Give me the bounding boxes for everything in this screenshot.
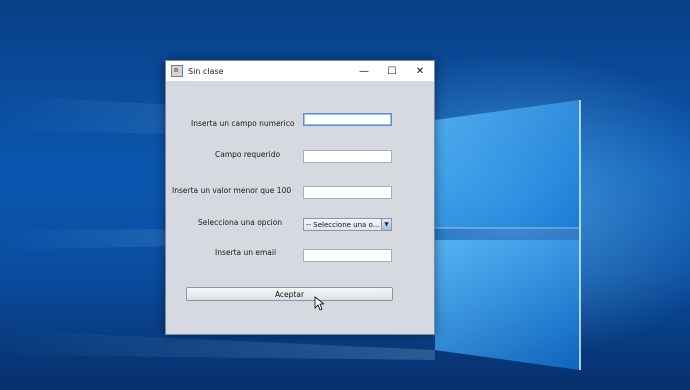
chevron-down-icon[interactable]: ▼ xyxy=(381,219,391,230)
close-button[interactable]: ✕ xyxy=(406,61,434,81)
desktop-background: Sin clase — ☐ ✕ Inserta un campo numeric… xyxy=(0,0,690,390)
window-title: Sin clase xyxy=(188,66,224,76)
java-coffee-icon xyxy=(171,65,183,77)
numeric-field-input[interactable] xyxy=(303,113,392,126)
minimize-button[interactable]: — xyxy=(350,61,378,81)
less-than-100-label: Inserta un valor menor que 100 xyxy=(172,186,292,195)
title-bar[interactable]: Sin clase — ☐ ✕ xyxy=(166,61,434,81)
required-field-label: Campo requerido xyxy=(215,150,281,159)
less-than-100-input[interactable] xyxy=(303,186,392,199)
required-field-input[interactable] xyxy=(303,150,392,163)
option-select[interactable]: -- Seleccione una o... ▼ xyxy=(303,218,392,231)
option-select-value: -- Seleccione una o... xyxy=(306,220,380,229)
email-field-input[interactable] xyxy=(303,249,392,262)
app-window: Sin clase — ☐ ✕ Inserta un campo numeric… xyxy=(165,60,435,335)
numeric-field-label: Inserta un campo numerico xyxy=(191,119,295,128)
option-select-label: Selecciona una opcion xyxy=(198,218,283,227)
accept-button[interactable]: Aceptar xyxy=(186,287,393,301)
email-field-label: Inserta un email xyxy=(215,248,277,257)
maximize-button[interactable]: ☐ xyxy=(378,61,406,81)
mouse-pointer-icon xyxy=(314,296,324,311)
